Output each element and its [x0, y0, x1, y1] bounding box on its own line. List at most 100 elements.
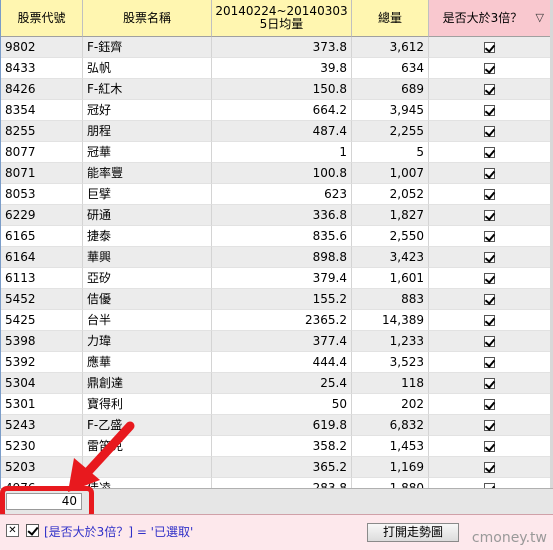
cell-total-volume: 3,523: [352, 352, 429, 373]
header-name[interactable]: 股票名稱: [83, 0, 212, 37]
row-checkbox[interactable]: [484, 41, 495, 53]
table-row[interactable]: 5392 應華 444.4 3,523: [1, 352, 551, 373]
row-checkbox[interactable]: [484, 419, 495, 431]
row-checkbox[interactable]: [484, 146, 495, 158]
cell-total-volume: 1,007: [352, 163, 429, 184]
table-row[interactable]: 8354 冠好 664.2 3,945: [1, 100, 551, 121]
cell-avg-volume: 2365.2: [212, 310, 352, 331]
cell-avg-volume: 373.8: [212, 37, 352, 58]
table-row[interactable]: 6165 捷泰 835.6 2,550: [1, 226, 551, 247]
cell-greater-than-3x: [429, 478, 551, 488]
clear-filter-icon[interactable]: ✕: [6, 524, 19, 537]
row-checkbox[interactable]: [484, 104, 495, 116]
header-code[interactable]: 股票代號: [1, 0, 83, 37]
row-checkbox[interactable]: [484, 440, 495, 452]
cell-avg-volume: 664.2: [212, 100, 352, 121]
table-row[interactable]: 8255 朋程 487.4 2,255: [1, 121, 551, 142]
open-chart-button[interactable]: 打開走勢圖: [367, 523, 459, 542]
cell-code: 5452: [1, 289, 83, 310]
row-checkbox[interactable]: [484, 356, 495, 368]
header-greater-than-3x[interactable]: 是否大於3倍？ ▽: [429, 0, 551, 37]
cell-greater-than-3x: [429, 289, 551, 310]
grid-header: 股票代號 股票名稱 20140224~20140303 5日均量 總量 是否大於3…: [1, 0, 551, 37]
cell-greater-than-3x: [429, 100, 551, 121]
cell-greater-than-3x: [429, 310, 551, 331]
cell-greater-than-3x: [429, 436, 551, 457]
row-checkbox[interactable]: [484, 62, 495, 74]
cell-code: 6113: [1, 268, 83, 289]
row-checkbox[interactable]: [484, 314, 495, 326]
cell-avg-volume: 283.8: [212, 478, 352, 488]
table-row[interactable]: 8433 弘帆 39.8 634: [1, 58, 551, 79]
row-checkbox[interactable]: [484, 293, 495, 305]
cell-code: 8354: [1, 100, 83, 121]
table-row[interactable]: 5398 力瑋 377.4 1,233: [1, 331, 551, 352]
cell-code: 8433: [1, 58, 83, 79]
cmoney-logo: cmoney.tw: [471, 530, 547, 546]
cell-name: 研通: [83, 205, 212, 226]
row-checkbox[interactable]: [484, 461, 495, 473]
cell-avg-volume: 898.8: [212, 247, 352, 268]
cell-greater-than-3x: [429, 457, 551, 478]
cell-avg-volume: 150.8: [212, 79, 352, 100]
row-checkbox[interactable]: [484, 230, 495, 242]
row-checkbox[interactable]: [484, 251, 495, 263]
cell-name: 華興: [83, 247, 212, 268]
header-total-volume[interactable]: 總量: [352, 0, 429, 37]
cell-name: 朋程: [83, 121, 212, 142]
row-checkbox[interactable]: [484, 335, 495, 347]
cell-greater-than-3x: [429, 373, 551, 394]
table-row[interactable]: 8053 巨擘 623 2,052: [1, 184, 551, 205]
cell-avg-volume: 336.8: [212, 205, 352, 226]
cell-total-volume: 1,453: [352, 436, 429, 457]
row-checkbox[interactable]: [484, 377, 495, 389]
cell-total-volume: 3,423: [352, 247, 429, 268]
table-row[interactable]: 5304 鼎創達 25.4 118: [1, 373, 551, 394]
cell-total-volume: 2,052: [352, 184, 429, 205]
cell-code: 5301: [1, 394, 83, 415]
row-checkbox[interactable]: [484, 272, 495, 284]
table-row[interactable]: 6164 華興 898.8 3,423: [1, 247, 551, 268]
cell-greater-than-3x: [429, 268, 551, 289]
stock-grid: 股票代號 股票名稱 20140224~20140303 5日均量 總量 是否大於3…: [0, 0, 553, 488]
cell-name: 能率豐: [83, 163, 212, 184]
row-checkbox[interactable]: [484, 83, 495, 95]
cell-greater-than-3x: [429, 142, 551, 163]
cell-greater-than-3x: [429, 205, 551, 226]
cell-avg-volume: 487.4: [212, 121, 352, 142]
cell-total-volume: 6,832: [352, 415, 429, 436]
table-row[interactable]: 9802 F-鈺齊 373.8 3,612: [1, 37, 551, 58]
filter-enabled-checkbox[interactable]: [26, 524, 39, 537]
header-avg-volume[interactable]: 20140224~20140303 5日均量: [212, 0, 352, 37]
cell-greater-than-3x: [429, 394, 551, 415]
cell-greater-than-3x: [429, 352, 551, 373]
table-row[interactable]: 8071 能率豐 100.8 1,007: [1, 163, 551, 184]
table-row[interactable]: 5452 佶優 155.2 883: [1, 289, 551, 310]
cell-code: 8255: [1, 121, 83, 142]
table-row[interactable]: 5301 寶得利 50 202: [1, 394, 551, 415]
cell-code: 8053: [1, 184, 83, 205]
table-row[interactable]: 5425 台半 2365.2 14,389: [1, 310, 551, 331]
cell-total-volume: 1,169: [352, 457, 429, 478]
row-checkbox[interactable]: [484, 125, 495, 137]
cell-total-volume: 3,612: [352, 37, 429, 58]
row-checkbox[interactable]: [484, 167, 495, 179]
filter-icon[interactable]: ▽: [536, 11, 544, 24]
row-checkbox[interactable]: [484, 398, 495, 410]
cell-name: F-鈺齊: [83, 37, 212, 58]
cell-code: 8426: [1, 79, 83, 100]
cell-avg-volume: 25.4: [212, 373, 352, 394]
table-row[interactable]: 8077 冠華 1 5: [1, 142, 551, 163]
cell-avg-volume: 365.2: [212, 457, 352, 478]
row-checkbox[interactable]: [484, 209, 495, 221]
cell-avg-volume: 50: [212, 394, 352, 415]
cell-code: 8077: [1, 142, 83, 163]
filter-expression[interactable]: [是否大於3倍？] = '已選取': [44, 523, 193, 540]
cell-name: 巨擘: [83, 184, 212, 205]
row-checkbox[interactable]: [484, 188, 495, 200]
table-row[interactable]: 8426 F-紅木 150.8 689: [1, 79, 551, 100]
cell-total-volume: 2,550: [352, 226, 429, 247]
table-row[interactable]: 6229 研通 336.8 1,827: [1, 205, 551, 226]
table-row[interactable]: 6113 亞矽 379.4 1,601: [1, 268, 551, 289]
cell-greater-than-3x: [429, 163, 551, 184]
